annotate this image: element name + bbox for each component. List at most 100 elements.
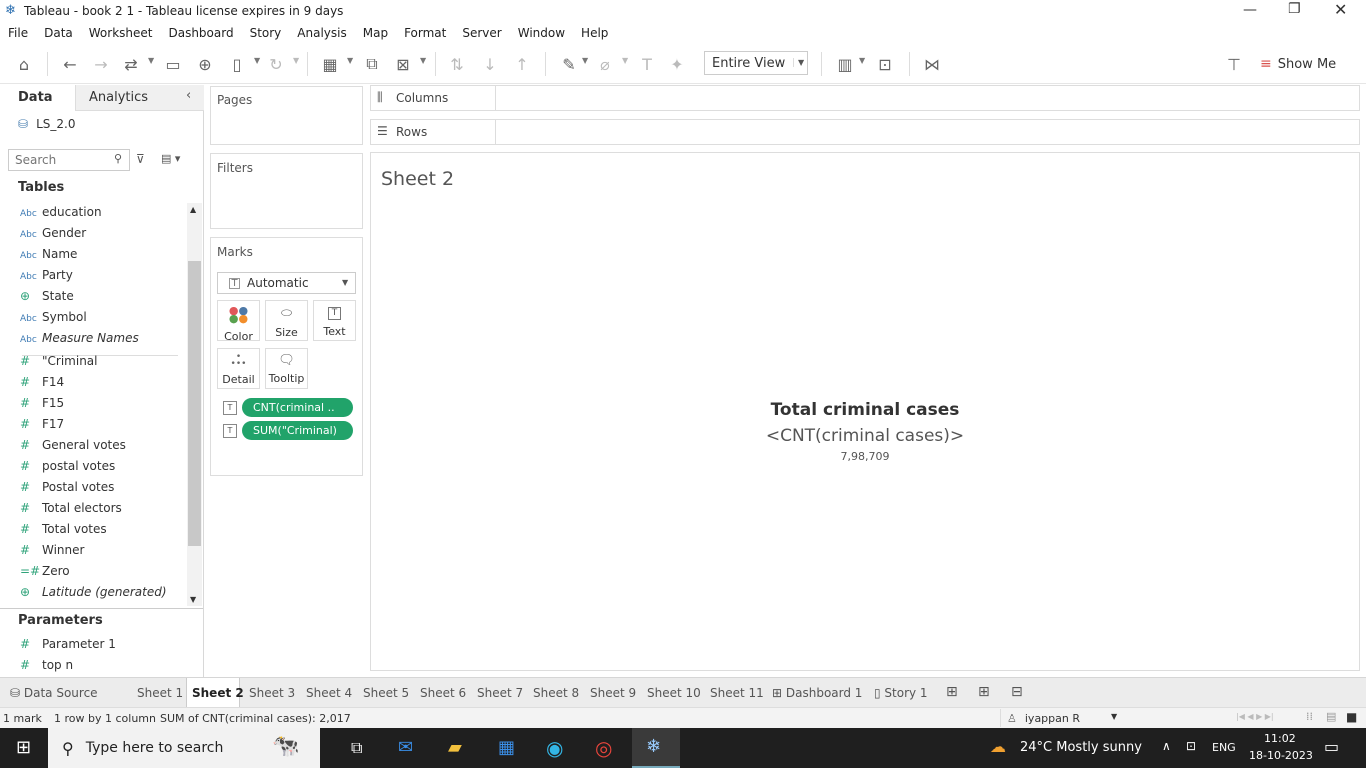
collapse-icon[interactable]: ‹ — [186, 88, 191, 103]
tab-sheet-11[interactable]: Sheet 11 — [710, 686, 764, 700]
user-menu[interactable]: ♙ iyappan R ▼ — [1000, 709, 1126, 727]
menu-story[interactable]: Story — [250, 26, 282, 40]
scroll-down-icon[interactable]: ▼ — [190, 595, 196, 604]
filters-shelf[interactable]: Filters — [210, 153, 363, 229]
edge-icon[interactable]: ◉ — [546, 736, 563, 760]
tab-sheet-1[interactable]: Sheet 1 — [137, 686, 183, 700]
field-item[interactable]: Abc Measure Names — [20, 331, 139, 345]
field-item[interactable]: Abc education — [20, 205, 102, 219]
redo-icon[interactable]: → — [89, 52, 113, 76]
new-worksheet-icon[interactable]: ▦ — [318, 52, 342, 76]
group-icon[interactable]: ⌀ — [593, 52, 617, 76]
menu-worksheet[interactable]: Worksheet — [89, 26, 153, 40]
show-me-button[interactable]: ≡ Show Me — [1260, 52, 1336, 76]
scroll-up-icon[interactable]: ▲ — [190, 205, 196, 214]
field-item[interactable]: Abc Party — [20, 268, 73, 282]
undo-icon[interactable]: ← — [58, 52, 82, 76]
close-button[interactable]: ✕ — [1334, 0, 1347, 19]
marks-pill[interactable]: SUM("Criminal) — [242, 421, 353, 440]
field-item[interactable]: # "Criminal — [20, 354, 97, 368]
weather-text[interactable]: 24°C Mostly sunny — [1020, 740, 1142, 755]
scrollbar[interactable]: ▲ ▼ — [187, 203, 202, 606]
field-item[interactable]: # F15 — [20, 396, 64, 410]
tableau-taskbar-button[interactable]: ❄ — [632, 728, 680, 768]
home-icon[interactable]: ⌂ — [12, 52, 36, 76]
tabs-view-icon[interactable]: ■ — [1346, 710, 1357, 724]
mail-icon[interactable]: ✉ — [398, 737, 413, 758]
filmstrip-view-icon[interactable]: ▤ — [1326, 710, 1336, 723]
field-item[interactable]: ⊕ Latitude (generated) — [20, 585, 167, 599]
menu-map[interactable]: Map — [363, 26, 388, 40]
pause-updates-icon[interactable]: ▯ — [225, 52, 249, 76]
notifications-icon[interactable]: ▭ — [1324, 737, 1339, 756]
view-canvas[interactable]: Sheet 2 Total criminal cases <CNT(crimin… — [370, 152, 1360, 671]
search-input[interactable] — [8, 149, 130, 171]
new-story-tab-icon[interactable]: ⊟ — [1011, 684, 1023, 700]
tab-sheet-6[interactable]: Sheet 6 — [420, 686, 466, 700]
share-icon[interactable]: ⋈ — [920, 52, 944, 76]
store-icon[interactable]: ▦ — [498, 737, 515, 758]
field-item[interactable]: Abc Name — [20, 247, 77, 261]
windows-start-icon[interactable]: ⊞ — [16, 737, 31, 758]
field-item[interactable]: =# Zero — [20, 564, 70, 578]
tab-sheet-9[interactable]: Sheet 9 — [590, 686, 636, 700]
view-options-icon[interactable]: ▤ ▾ — [161, 152, 180, 165]
columns-shelf[interactable]: ⫼ Columns — [370, 85, 1360, 111]
field-item[interactable]: # Postal votes — [20, 480, 114, 494]
swap-icon[interactable]: ⇅ — [445, 52, 469, 76]
datasource-item[interactable]: ⛁ LS_2.0 — [18, 117, 75, 131]
field-item[interactable]: ⊕ State — [20, 289, 74, 303]
sort-desc-icon[interactable]: ↑ — [510, 52, 534, 76]
tab-dashboard-1[interactable]: ⊞ Dashboard 1 — [772, 686, 862, 700]
tab-sheet-10[interactable]: Sheet 10 — [647, 686, 701, 700]
field-item[interactable]: # General votes — [20, 438, 126, 452]
tray-chevron-icon[interactable]: ∧ — [1162, 739, 1171, 753]
clear-sheet-icon[interactable]: ⊠ — [391, 52, 415, 76]
field-item[interactable]: Abc Gender — [20, 226, 86, 240]
sheet-nav-icon[interactable]: |◀ ◀ ▶ ▶| — [1236, 712, 1274, 721]
color-button[interactable]: ●● ●● Color — [217, 300, 260, 343]
field-item[interactable]: # top n — [20, 658, 73, 672]
taskbar-search[interactable]: ⚲ Type here to search 🐄 — [48, 728, 320, 768]
field-item[interactable]: # Winner — [20, 543, 84, 557]
pages-shelf[interactable]: Pages — [210, 86, 363, 145]
pin-icon[interactable]: ✦ — [665, 52, 689, 76]
menu-server[interactable]: Server — [462, 26, 501, 40]
new-dashboard-tab-icon[interactable]: ⊞ — [978, 684, 990, 700]
marks-pill[interactable]: CNT(criminal .. — [242, 398, 353, 417]
duplicate-sheet-icon[interactable]: ⧉ — [360, 52, 384, 76]
cards-icon[interactable]: ▥ — [833, 52, 857, 76]
tab-sheet-8[interactable]: Sheet 8 — [533, 686, 579, 700]
scroll-thumb[interactable] — [188, 261, 201, 546]
file-explorer-icon[interactable]: ▰ — [448, 737, 462, 758]
tab-sheet-5[interactable]: Sheet 5 — [363, 686, 409, 700]
menu-data[interactable]: Data — [44, 26, 73, 40]
menu-window[interactable]: Window — [518, 26, 565, 40]
field-item[interactable]: # F14 — [20, 375, 64, 389]
labels-icon[interactable]: T — [635, 52, 659, 76]
highlight-icon[interactable]: ✎ — [557, 52, 581, 76]
tooltip-button[interactable]: 🗨 Tooltip — [265, 348, 308, 389]
text-button[interactable]: T Text — [313, 300, 356, 341]
detail-button[interactable]: • ••• Detail — [217, 348, 260, 389]
menu-file[interactable]: File — [8, 26, 28, 40]
tab-sheet-7[interactable]: Sheet 7 — [477, 686, 523, 700]
size-button[interactable]: ⬭ Size — [265, 300, 308, 341]
presentation-icon[interactable]: ⊡ — [873, 52, 897, 76]
tab-data-source[interactable]: ⛁ Data Source — [10, 686, 98, 700]
field-item[interactable]: # Parameter 1 — [20, 637, 116, 651]
menu-format[interactable]: Format — [404, 26, 446, 40]
language-indicator[interactable]: ENG — [1212, 741, 1236, 754]
sorter-view-icon[interactable]: ⁞⁞ — [1306, 710, 1313, 723]
tab-sheet-4[interactable]: Sheet 4 — [306, 686, 352, 700]
chrome-icon[interactable]: ◎ — [595, 736, 612, 760]
clock-date[interactable]: 18-10-2023 — [1249, 749, 1313, 762]
replay-icon[interactable]: ⇄ — [119, 52, 143, 76]
menu-analysis[interactable]: Analysis — [297, 26, 346, 40]
mark-type-dropdown[interactable]: T Automatic ▼ — [217, 272, 356, 294]
field-item[interactable]: # F17 — [20, 417, 64, 431]
new-datasource-icon[interactable]: ⊕ — [193, 52, 217, 76]
network-icon[interactable]: ⊡ — [1186, 739, 1196, 753]
field-item[interactable]: Abc Symbol — [20, 310, 87, 324]
menu-help[interactable]: Help — [581, 26, 608, 40]
